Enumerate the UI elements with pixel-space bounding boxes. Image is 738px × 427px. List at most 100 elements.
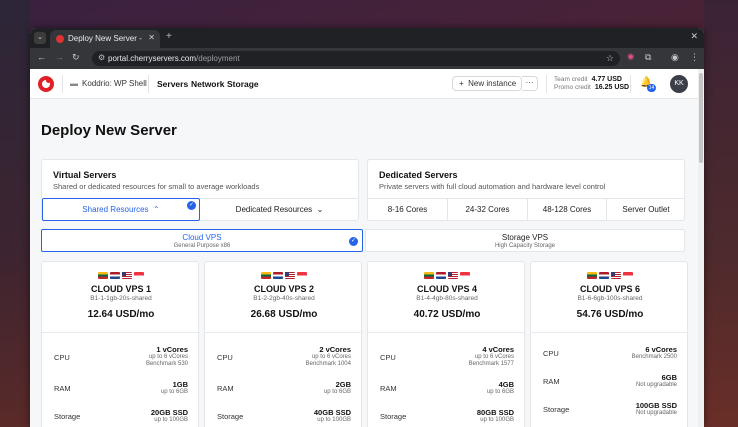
virtual-servers-title: Virtual Servers bbox=[53, 170, 117, 180]
app-header: ▬ Koddrio: WP Shell Servers Network Stora… bbox=[30, 69, 698, 99]
tab-title: Deploy New Server - C bbox=[68, 34, 144, 43]
card-divider bbox=[42, 332, 200, 333]
option-24-32-cores[interactable]: 24-32 Cores bbox=[447, 198, 527, 221]
plan-code: B1-2-2gb-40s-shared bbox=[253, 295, 315, 302]
option-server-outlet[interactable]: Server Outlet bbox=[606, 198, 685, 221]
bookmark-star-icon[interactable]: ☆ bbox=[606, 53, 614, 64]
page-scrollbar[interactable] bbox=[698, 69, 704, 427]
shared-resources-option[interactable]: Shared Resources ⌃ ✓ bbox=[42, 198, 200, 221]
tier-storage-vps-subtitle: High Capacity Storage bbox=[494, 243, 556, 249]
cpu-value: 4 vCores bbox=[482, 345, 514, 354]
url-host: portal.cherryservers.com bbox=[108, 54, 197, 63]
cherry-logo-icon[interactable] bbox=[38, 76, 54, 92]
cpu-value: 2 vCores bbox=[319, 345, 351, 354]
plan-card[interactable]: CLOUD VPS 4 B1-4-4gb-80s-shared 40.72 US… bbox=[367, 261, 526, 427]
ram-value: 2GB bbox=[335, 380, 351, 389]
storage-label: Storage bbox=[543, 405, 570, 414]
page-title: Deploy New Server bbox=[41, 122, 177, 139]
virtual-servers-panel: Virtual Servers Shared or dedicated reso… bbox=[41, 159, 359, 221]
location-flags bbox=[531, 272, 689, 279]
ram-value: 4GB bbox=[498, 380, 514, 389]
ram-note: Not upgradable bbox=[635, 382, 677, 388]
back-icon[interactable]: ← bbox=[37, 52, 46, 62]
plan-card[interactable]: CLOUD VPS 1 B1-1-1gb-20s-shared 12.64 US… bbox=[41, 261, 200, 427]
plan-card[interactable]: CLOUD VPS 2 B1-2-2gb-40s-shared 26.68 US… bbox=[204, 261, 363, 427]
extension-icon[interactable]: ✺ bbox=[627, 52, 635, 63]
cpu-benchmark: Benchmark 2500 bbox=[631, 354, 677, 360]
plan-card[interactable]: CLOUD VPS 6 B1-6-6gb-100s-shared 54.76 U… bbox=[530, 261, 689, 427]
address-bar[interactable]: ⚙ portal.cherryservers.com/deployment ☆ bbox=[92, 51, 620, 66]
header-divider bbox=[148, 75, 149, 93]
card-divider bbox=[205, 332, 363, 333]
more-options-button[interactable]: ··· bbox=[522, 76, 538, 91]
cpu-benchmark: Benchmark 1004 bbox=[305, 361, 351, 367]
user-avatar[interactable]: KK bbox=[670, 75, 688, 93]
tier-cloud-vps-title: Cloud VPS bbox=[182, 233, 222, 242]
storage-note: up to 100GB bbox=[317, 417, 351, 423]
card-divider bbox=[531, 332, 689, 333]
new-instance-label: New instance bbox=[468, 79, 517, 88]
ram-label: RAM bbox=[54, 384, 71, 393]
nav-storage[interactable]: Storage bbox=[227, 79, 259, 89]
tier-storage-vps[interactable]: Storage VPS High Capacity Storage bbox=[365, 229, 685, 252]
netherlands-flag-icon bbox=[273, 272, 283, 279]
ram-note: up to 6GB bbox=[486, 389, 514, 395]
chevron-up-icon: ⌃ bbox=[153, 205, 160, 214]
cpu-label: CPU bbox=[54, 353, 70, 362]
usa-flag-icon bbox=[611, 272, 621, 279]
scrollbar-thumb[interactable] bbox=[699, 73, 703, 163]
window-close-icon[interactable]: ✕ bbox=[690, 31, 698, 42]
project-name: Koddrio: WP Shell bbox=[82, 79, 147, 88]
lithuania-flag-icon bbox=[587, 272, 597, 279]
selected-check-icon: ✓ bbox=[349, 237, 358, 246]
storage-label: Storage bbox=[217, 412, 244, 421]
tab-close-icon[interactable]: ✕ bbox=[148, 33, 155, 42]
cpu-benchmark: Benchmark 1577 bbox=[468, 361, 514, 367]
plan-code: B1-4-4gb-80s-shared bbox=[416, 295, 478, 302]
plan-name: CLOUD VPS 2 bbox=[253, 284, 314, 294]
nav-servers[interactable]: Servers bbox=[157, 79, 188, 89]
option-48-128-cores[interactable]: 48-128 Cores bbox=[527, 198, 606, 221]
selected-check-icon: ✓ bbox=[187, 201, 196, 210]
reload-icon[interactable]: ↻ bbox=[72, 52, 80, 63]
storage-value: 40GB SSD bbox=[313, 408, 351, 417]
storage-label: Storage bbox=[380, 412, 407, 421]
extensions-puzzle-icon[interactable]: ⧉ bbox=[645, 52, 651, 63]
netherlands-flag-icon bbox=[110, 272, 120, 279]
profile-icon[interactable]: ◉ bbox=[671, 52, 679, 63]
storage-value: 20GB SSD bbox=[150, 408, 188, 417]
option-8-16-cores[interactable]: 8-16 Cores bbox=[368, 198, 447, 221]
cpu-value: 6 vCores bbox=[645, 345, 677, 354]
plus-icon: + bbox=[459, 79, 464, 88]
plan-code: B1-1-1gb-20s-shared bbox=[90, 295, 152, 302]
site-info-icon[interactable]: ⚙ bbox=[98, 53, 105, 62]
new-tab-icon[interactable]: + bbox=[166, 31, 172, 42]
browser-menu-icon[interactable]: ⋮ bbox=[690, 52, 699, 63]
netherlands-flag-icon bbox=[436, 272, 446, 279]
ram-label: RAM bbox=[217, 384, 234, 393]
cpu-value: 1 vCores bbox=[156, 345, 188, 354]
singapore-flag-icon bbox=[460, 272, 470, 279]
storage-note: up to 100GB bbox=[480, 417, 514, 423]
nav-network[interactable]: Network bbox=[191, 79, 225, 89]
netherlands-flag-icon bbox=[599, 272, 609, 279]
url-path: /deployment bbox=[196, 54, 240, 63]
singapore-flag-icon bbox=[297, 272, 307, 279]
forward-icon[interactable]: → bbox=[55, 52, 64, 62]
storage-note: Not upgradable bbox=[635, 410, 677, 416]
folder-icon: ▬ bbox=[70, 79, 78, 88]
dedicated-resources-label: Dedicated Resources bbox=[235, 205, 313, 214]
ram-label: RAM bbox=[380, 384, 397, 393]
ram-label: RAM bbox=[543, 377, 560, 386]
dedicated-servers-subtitle: Private servers with full cloud automati… bbox=[379, 182, 606, 191]
tab-search-icon[interactable]: ⌄ bbox=[34, 32, 46, 44]
browser-tab-active[interactable]: Deploy New Server - C ✕ bbox=[50, 30, 160, 48]
location-flags bbox=[205, 272, 363, 279]
project-selector[interactable]: ▬ Koddrio: WP Shell bbox=[70, 79, 147, 88]
chevron-down-icon: ⌄ bbox=[316, 205, 324, 214]
dedicated-resources-option[interactable]: Dedicated Resources ⌄ bbox=[200, 198, 359, 221]
new-instance-button[interactable]: + New instance bbox=[452, 76, 522, 91]
cpu-note: up to 6 vCores bbox=[474, 354, 514, 360]
dedicated-servers-title: Dedicated Servers bbox=[379, 170, 458, 180]
tier-cloud-vps[interactable]: Cloud VPS General Purpose x86 ✓ bbox=[41, 229, 363, 252]
